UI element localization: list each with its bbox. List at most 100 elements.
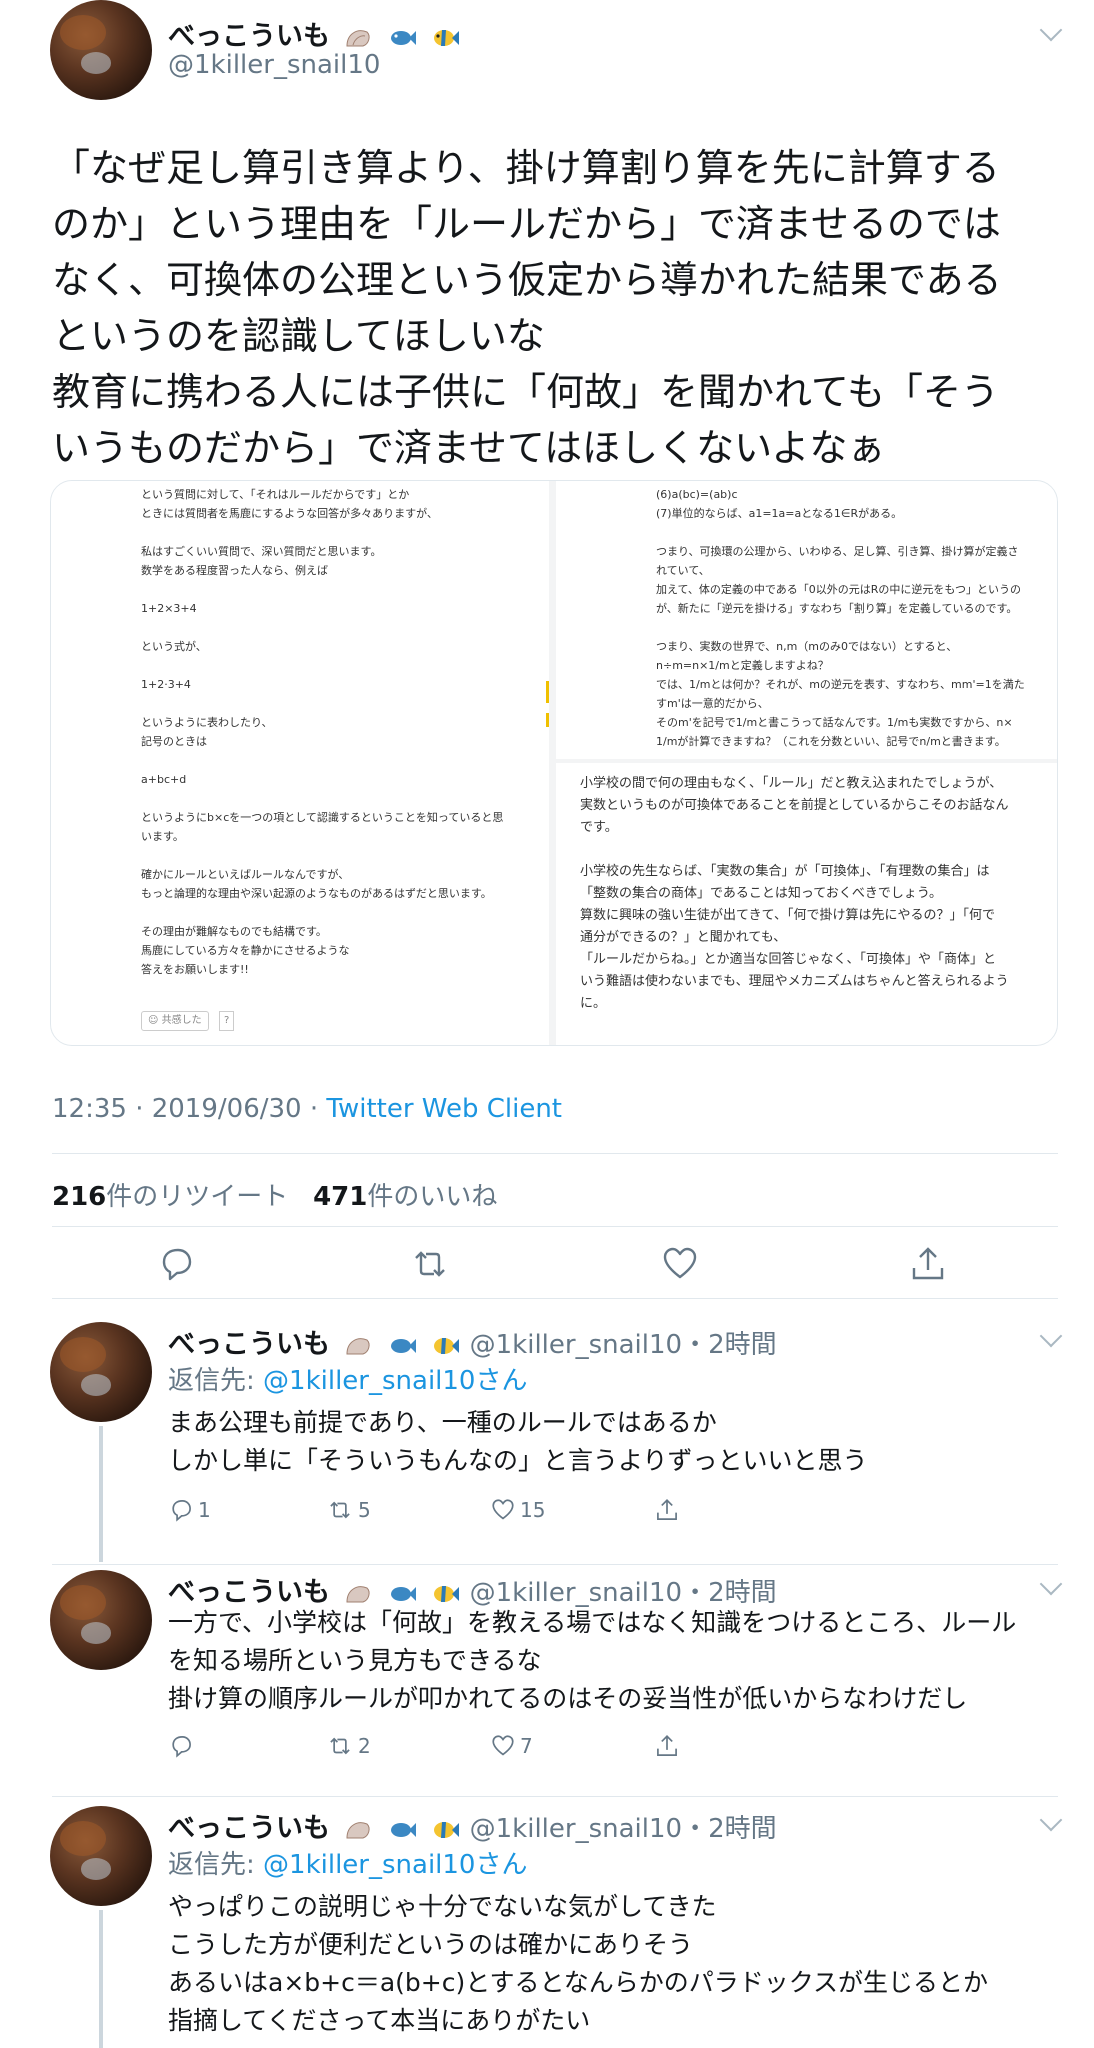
divider <box>52 1226 1058 1227</box>
retweet-stat[interactable]: 216件のリツイート <box>52 1182 288 1212</box>
reply-action-share[interactable] <box>654 1496 680 1528</box>
retweet-icon <box>330 1501 350 1518</box>
media-text-line <box>141 789 549 808</box>
reply-text-line: 掛け算の順序ルールが叩かれてるのはその妥当性が低いからなわけだし <box>168 1684 968 1713</box>
tropical-fish-emoji-icon <box>434 1821 460 1838</box>
reply-avatar[interactable] <box>50 1570 152 1670</box>
scrollbar-marker <box>546 713 549 727</box>
media-text-line <box>580 839 1057 861</box>
tweet-time[interactable]: 12:35 · 2019/06/30 · <box>52 1094 326 1124</box>
reply-handle-time[interactable]: @1killer_snail10・2時間 <box>470 1330 777 1360</box>
share-icon <box>657 1498 677 1520</box>
media-text-line: 小学校の間で何の理由もなく、「ルール」だと教え込まれたでしょうが、 <box>580 776 1003 791</box>
reply-action-like[interactable]: 15 <box>490 1496 545 1528</box>
media-text-line: 算数に興味の強い生徒が出てきて、「何で掛け算は先にやるの？」「何で <box>580 908 995 923</box>
divider <box>52 1298 1058 1299</box>
chevron-down-icon[interactable] <box>1039 1808 1063 1832</box>
reply-text-line: 一方で、小学校は「何故」を教える場ではなく知識をつけるところ、ルール <box>168 1608 1017 1637</box>
shell-emoji-icon <box>346 29 370 46</box>
tweet-text-line: なく、可換体の公理という仮定から導かれた結果である <box>52 258 1002 302</box>
media-text-line: というように表わしたり、 <box>141 716 273 729</box>
reply-to-link[interactable]: @1killer_snail10さん <box>263 1366 527 1396</box>
author-name[interactable]: べっこういも <box>168 14 460 53</box>
shell-emoji-icon <box>346 1337 370 1354</box>
like-icon[interactable] <box>660 1244 700 1284</box>
tweet-timestamp: 12:35 · 2019/06/30 · Twitter Web Client <box>52 1094 562 1124</box>
media-text-line <box>656 618 1057 637</box>
divider <box>52 1796 1058 1797</box>
reply-author[interactable]: べっこういも @1killer_snail10・2時間 <box>168 1806 777 1845</box>
media-text-line: 確かにルールといえばルールなんですが、 <box>141 868 350 881</box>
media-text-line: 私はすごくいい質問で、深い質問だと思います。 <box>141 545 382 558</box>
share-icon <box>657 1734 677 1756</box>
media-text-line: というようにb×cを一つの項として認識するということを知っていると思 <box>141 811 504 824</box>
reply-action-reply[interactable]: 1 <box>168 1496 211 1528</box>
media-text-line: その理由が難解なものでも結構です。 <box>141 925 327 938</box>
reply-icon <box>172 1499 191 1522</box>
media-text-line: 数学をある程度習った人なら、例えば <box>141 564 328 577</box>
reply-handle-time[interactable]: @1killer_snail10・2時間 <box>470 1814 777 1844</box>
shell-emoji-icon <box>346 1585 370 1602</box>
reply-avatar[interactable] <box>50 1806 152 1906</box>
tweet-media[interactable]: という質問に対して、「それはルールだからです」とか ときには質問者を馬鹿にするよう… <box>50 480 1058 1046</box>
media-text-line: 「整数の集合の商体」であることは知っておくべきでしょう。 <box>580 886 943 901</box>
shell-emoji-icon <box>346 1821 370 1838</box>
reply-to-link[interactable]: @1killer_snail10さん <box>263 1850 527 1880</box>
fish-emoji-icon <box>390 1338 416 1353</box>
media-text-line: に。 <box>580 996 607 1011</box>
media-text-line <box>141 751 549 770</box>
media-text-line <box>141 523 549 542</box>
author-handle[interactable]: @1killer_snail10 <box>168 50 380 80</box>
like-stat[interactable]: 471件のいいね <box>313 1182 497 1212</box>
author-avatar[interactable] <box>50 0 152 100</box>
reply-action-reply[interactable] <box>168 1732 198 1764</box>
media-right-top-panel[interactable]: (6)a(bc)=(ab)c (7)単位的ならば、a1=1a=aとなる1∈Rがある… <box>556 481 1057 759</box>
media-text-line <box>141 618 549 637</box>
media-left-panel[interactable]: という質問に対して、「それはルールだからです」とか ときには質問者を馬鹿にするよう… <box>51 481 549 1045</box>
chevron-down-icon[interactable] <box>1039 1572 1063 1596</box>
media-text-line <box>141 656 549 675</box>
media-text-line: 小学校の先生ならば、「実数の集合」が「可換体」、「有理数の集合」は <box>580 864 990 879</box>
chevron-down-icon[interactable] <box>1039 1324 1063 1348</box>
reply-action-retweet[interactable]: 2 <box>326 1732 371 1764</box>
tropical-fish-emoji-icon <box>434 29 460 46</box>
reply-avatar[interactable] <box>50 1322 152 1422</box>
reply-to: 返信先: @1killer_snail10さん <box>168 1850 528 1880</box>
tweet-text-line: のか」という理由を「ルールだから」で済ませるのでは <box>52 202 1001 246</box>
retweet-icon[interactable] <box>410 1244 450 1284</box>
reply-action-share[interactable] <box>654 1732 680 1764</box>
fish-emoji-icon <box>390 30 416 45</box>
media-text-line <box>141 694 549 713</box>
reply-text: まあ公理も前提であり、一種のルールではあるか しかし単に「そういうもんなの」と言… <box>168 1404 868 1480</box>
tweet-text-line: 教育に携わる人には子供に「何故」を聞かれても「そう <box>52 370 999 414</box>
reply-action-like[interactable]: 7 <box>490 1732 533 1764</box>
share-icon[interactable] <box>908 1244 948 1284</box>
smile-icon: ☺ <box>148 1015 159 1026</box>
media-right-bottom-panel[interactable]: 小学校の間で何の理由もなく、「ルール」だと教え込まれたでしょうが、 実数というもの… <box>556 763 1057 1045</box>
tweet-action-bar <box>52 1240 1058 1290</box>
media-text-line: が、新たに「逆元を掛ける」すなわち「割り算」を定義しているのです。 <box>656 602 1018 615</box>
reply-text-line: を知る場所という見方もできるな <box>168 1646 542 1675</box>
tweet-text-line: 「なぜ足し算引き算より、掛け算割り算を先に計算する <box>52 146 1000 190</box>
reply-author[interactable]: べっこういも @1killer_snail10・2時間 <box>168 1322 777 1361</box>
tweet-text-line: いうものだから」で済ませてはほしくないよなぁ <box>52 426 886 470</box>
empathy-button[interactable]: ☺ 共感した <box>141 1011 209 1031</box>
reply-text: やっぱりこの説明じゃ十分でないな気がしてきた こうした方が便利だというのは確かに… <box>168 1888 988 2040</box>
chevron-down-icon[interactable] <box>1039 18 1063 42</box>
tweet-client-link[interactable]: Twitter Web Client <box>326 1094 562 1124</box>
tropical-fish-emoji-icon <box>434 1337 460 1354</box>
media-text-line <box>141 846 549 865</box>
media-text-line: という式が、 <box>141 640 207 653</box>
reply-text-line: あるいはa×b+c＝a(b+c)とするとなんらかのパラドックスが生じるとか <box>168 1968 988 1997</box>
media-text-line: 1+2×3+4 <box>141 602 197 615</box>
reply-text-line: やっぱりこの説明じゃ十分でないな気がしてきた <box>168 1892 717 1921</box>
media-text-line: もっと論理的な理由や深い起源のようなものがあるはずだと思います。 <box>141 887 492 900</box>
media-text-line: 通分ができるの？」と聞かれても、 <box>580 930 787 945</box>
reply-icon[interactable] <box>156 1244 196 1284</box>
like-icon <box>492 1734 514 1756</box>
reply-action-retweet[interactable]: 5 <box>326 1496 371 1528</box>
media-text-line <box>141 580 549 599</box>
tweet-text: 「なぜ足し算引き算より、掛け算割り算を先に計算する のか」という理由を「ルールだ… <box>52 140 1062 476</box>
fish-emoji-icon <box>390 1586 416 1601</box>
media-text-line: 答えをお願いします!! <box>141 963 249 976</box>
